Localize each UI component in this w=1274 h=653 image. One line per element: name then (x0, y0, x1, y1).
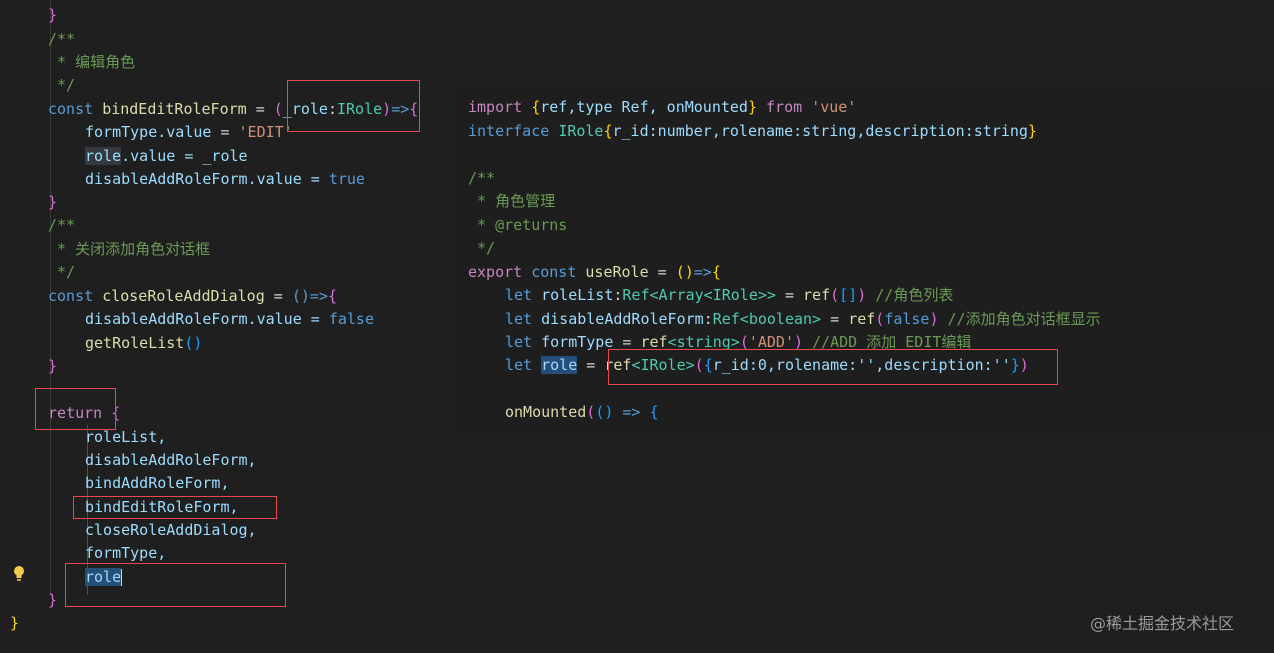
code-line: return { (48, 404, 121, 422)
code-line: let roleList:Ref<Array<IRole>> = ref([])… (505, 286, 954, 304)
code-editor[interactable]: } /** * 编辑角色 */ const bindEditRoleForm =… (0, 0, 1274, 653)
code-line: roleList, (85, 428, 167, 446)
code-line: /** (48, 216, 76, 234)
code-line: disableAddRoleForm, (85, 451, 257, 469)
code-line: } (48, 591, 58, 609)
code-line: formType, (85, 544, 167, 562)
code-line: /** (48, 30, 76, 48)
code-line: * 编辑角色 (48, 53, 136, 71)
code-line: */ (468, 239, 496, 257)
code-line: formType.value = 'EDIT' (85, 123, 293, 141)
code-line: bindAddRoleForm, (85, 474, 230, 492)
code-line: const bindEditRoleForm = (_role:IRole)=>… (48, 100, 419, 118)
code-line: */ (48, 263, 76, 281)
code-line: interface IRole{r_id:number,rolename:str… (468, 122, 1037, 140)
code-line: * 关闭添加角色对话框 (48, 240, 211, 258)
code-line: } (48, 193, 58, 211)
code-line: const closeRoleAddDialog = ()=>{ (48, 287, 337, 305)
code-line: } (48, 357, 58, 375)
code-line: */ (48, 76, 76, 94)
code-line: } (10, 614, 20, 632)
code-line: /** (468, 169, 496, 187)
peek-definition-popup[interactable]: import {ref,type Ref, onMounted} from 'v… (455, 90, 1274, 430)
lightbulb-icon[interactable] (12, 565, 26, 583)
code-line: let role = ref<IRole>({r_id:0,rolename:'… (505, 356, 1029, 374)
code-line: let formType = ref<string>('ADD') //ADD … (505, 333, 972, 351)
code-line: } (48, 6, 58, 24)
code-line: role.value = _role (85, 147, 248, 165)
code-line: * @returns (468, 216, 568, 234)
code-line: disableAddRoleForm.value = true (85, 170, 365, 188)
code-line: onMounted(() => { (505, 403, 659, 421)
code-line: role (85, 568, 123, 586)
code-line: import {ref,type Ref, onMounted} from 'v… (468, 98, 857, 116)
code-line: bindEditRoleForm, (85, 498, 239, 516)
code-line: export const useRole = ()=>{ (468, 263, 721, 281)
code-line: disableAddRoleForm.value = false (85, 310, 374, 328)
code-line: * 角色管理 (468, 192, 556, 210)
code-line: let disableAddRoleForm:Ref<boolean> = re… (505, 310, 1101, 328)
code-line: closeRoleAddDialog, (85, 521, 257, 539)
watermark: @稀土掘金技术社区 (1090, 614, 1235, 633)
code-line: getRoleList() (85, 334, 203, 352)
